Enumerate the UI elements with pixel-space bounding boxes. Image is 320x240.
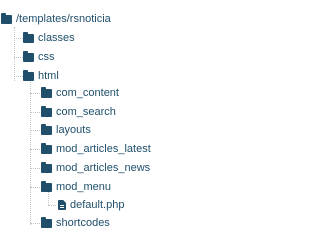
file-tree: /templates/rsnoticia classes css html co… — [0, 0, 300, 229]
tree-item-css[interactable]: css — [23, 50, 55, 64]
folder-icon — [41, 106, 52, 117]
tree-guide-line — [14, 76, 23, 77]
tree-item-label: mod_articles_news — [56, 162, 151, 174]
tree-guide-line — [14, 27, 15, 81]
folder-icon — [23, 70, 34, 81]
tree-item-classes[interactable]: classes — [23, 31, 75, 45]
tree-item-layouts[interactable]: layouts — [41, 123, 91, 137]
tree-item-com-search[interactable]: com_search — [41, 105, 116, 119]
tree-item-label: com_content — [56, 87, 119, 99]
tree-guide-line — [14, 38, 23, 39]
tree-item-label: mod_articles_latest — [56, 143, 151, 155]
folder-icon — [41, 87, 52, 98]
folder-icon — [1, 13, 12, 24]
tree-item-label: layouts — [56, 124, 91, 136]
tree-guide-line — [30, 168, 40, 169]
folder-icon — [41, 162, 52, 173]
tree-item-root[interactable]: /templates/rsnoticia — [1, 12, 111, 26]
tree-item-shortcodes[interactable]: shortcodes — [41, 216, 110, 230]
tree-guide-line — [30, 187, 40, 188]
tree-item-label: /templates/rsnoticia — [16, 13, 111, 25]
folder-icon — [41, 143, 52, 154]
tree-guide-line — [30, 223, 40, 224]
tree-item-mod-articles-latest[interactable]: mod_articles_latest — [41, 142, 151, 156]
folder-icon — [41, 217, 52, 228]
folder-icon — [41, 181, 52, 192]
tree-item-label: default.php — [70, 199, 125, 211]
tree-guide-line — [30, 93, 40, 94]
tree-item-label: com_search — [56, 106, 116, 118]
file-icon — [58, 200, 66, 210]
tree-guide-line — [30, 82, 31, 225]
tree-guide-line — [48, 205, 56, 206]
tree-item-label: css — [38, 51, 55, 63]
tree-item-label: html — [38, 70, 59, 82]
tree-item-html[interactable]: html — [23, 69, 59, 83]
tree-guide-line — [30, 130, 40, 131]
tree-item-mod-menu[interactable]: mod_menu — [41, 180, 111, 194]
tree-guide-line — [30, 149, 40, 150]
folder-icon — [23, 32, 34, 43]
tree-guide-line — [14, 57, 23, 58]
tree-item-label: classes — [38, 32, 75, 44]
tree-item-label: mod_menu — [56, 181, 112, 193]
folder-icon — [41, 124, 52, 135]
tree-item-default-php[interactable]: default.php — [58, 198, 124, 212]
folder-icon — [23, 51, 34, 62]
tree-guide-line — [30, 112, 40, 113]
tree-item-label: shortcodes — [56, 217, 110, 229]
tree-item-com-content[interactable]: com_content — [41, 86, 119, 100]
tree-item-mod-articles-news[interactable]: mod_articles_news — [41, 161, 150, 175]
